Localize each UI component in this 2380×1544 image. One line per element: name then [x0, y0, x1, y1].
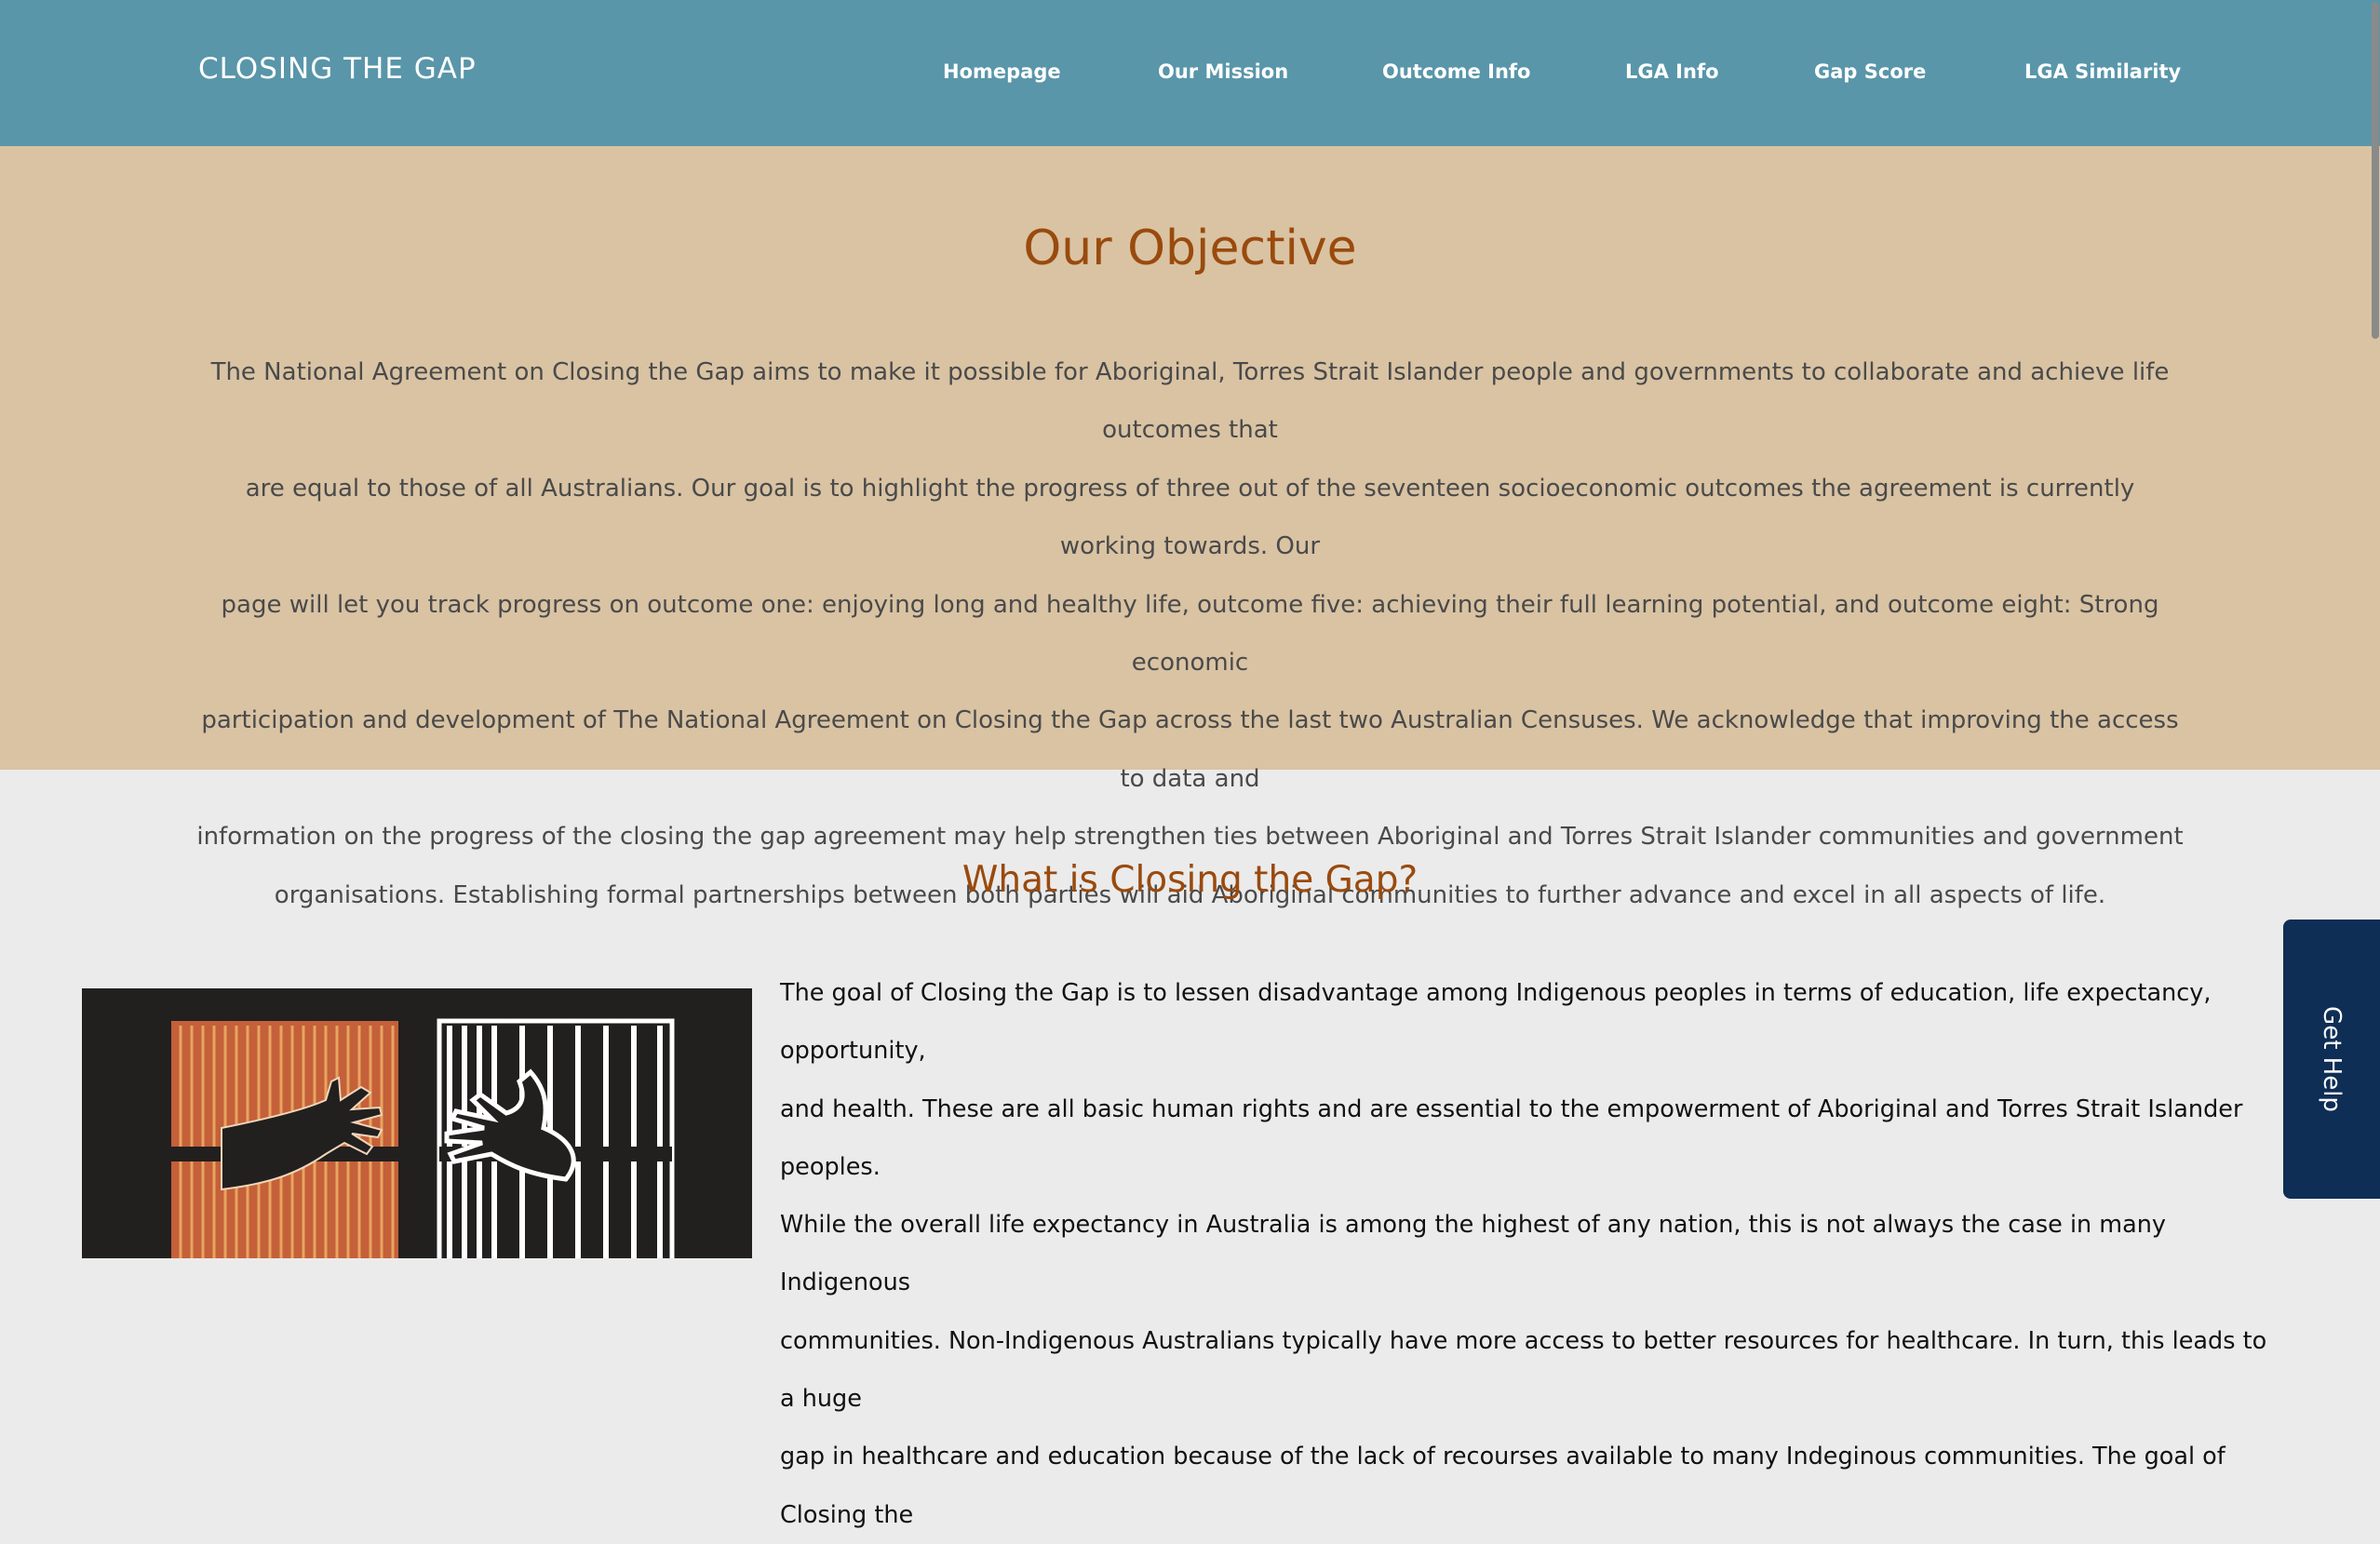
nav-gap-score[interactable]: Gap Score — [1814, 60, 1926, 83]
objective-line: are equal to those of all Australians. O… — [245, 474, 2135, 561]
nav-lga-info[interactable]: LGA Info — [1625, 60, 1719, 83]
what-line: gap in healthcare and education because … — [780, 1443, 2225, 1529]
hands-artwork-image — [82, 988, 752, 1258]
what-title: What is Closing the Gap? — [961, 859, 1419, 901]
what-line: While the overall life expectancy in Aus… — [780, 1211, 2167, 1297]
nav-outcome-info[interactable]: Outcome Info — [1382, 60, 1530, 83]
nav-our-mission[interactable]: Our Mission — [1158, 60, 1288, 83]
get-help-label: Get Help — [2318, 1006, 2346, 1112]
what-paragraph: The goal of Closing the Gap is to lessen… — [780, 964, 2279, 1544]
what-is-closing-the-gap-section: What is Closing the Gap? The goal of Clo… — [0, 770, 2380, 1529]
objective-section: Our Objective The National Agreement on … — [0, 146, 2380, 909]
objective-title: Our Objective — [1023, 221, 1357, 276]
top-navbar: CLOSING THE GAP Homepage Our Mission Out… — [0, 0, 2380, 146]
what-line: The goal of Closing the Gap is to lessen… — [780, 979, 2212, 1066]
get-help-tab[interactable]: Get Help — [2283, 920, 2380, 1199]
objective-line: The National Agreement on Closing the Ga… — [210, 358, 2170, 445]
what-line: communities. Non-Indigenous Australians … — [780, 1326, 2267, 1414]
nav-homepage[interactable]: Homepage — [943, 60, 1061, 83]
aboriginal-hands-artwork — [82, 988, 752, 1258]
what-line: and health. These are all basic human ri… — [780, 1094, 2243, 1181]
nav-lga-similarity[interactable]: LGA Similarity — [2024, 60, 2181, 83]
scrollbar-thumb[interactable] — [2372, 2, 2379, 339]
site-brand[interactable]: CLOSING THE GAP — [198, 52, 477, 86]
objective-line: page will let you track progress on outc… — [221, 590, 2159, 678]
